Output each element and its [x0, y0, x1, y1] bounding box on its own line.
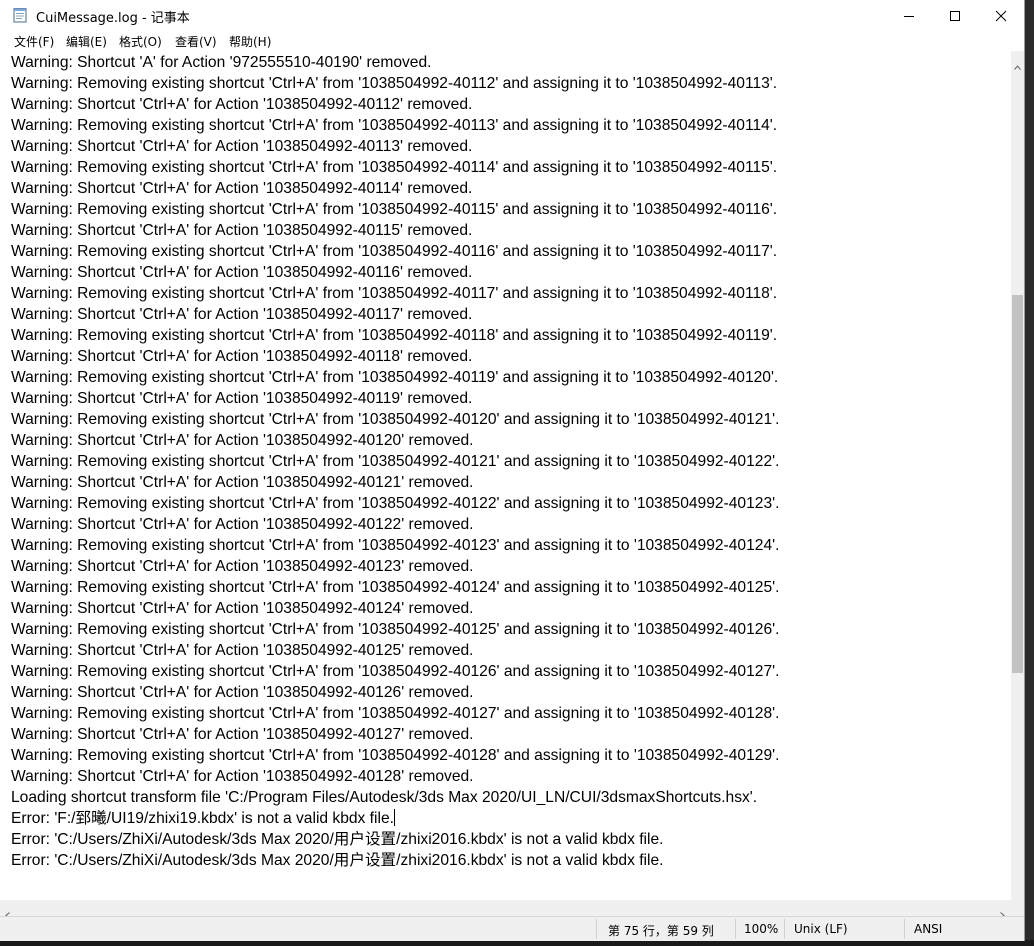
- status-separator: [735, 919, 736, 939]
- text-line: Warning: Removing existing shortcut 'Ctr…: [11, 117, 778, 134]
- text-line: Warning: Shortcut 'Ctrl+A' for Action '1…: [11, 726, 474, 743]
- maximize-button[interactable]: [932, 0, 978, 31]
- text-line: Warning: Removing existing shortcut 'Ctr…: [11, 159, 778, 176]
- menu-edit[interactable]: 编辑(E): [66, 33, 107, 50]
- text-line: Warning: Shortcut 'Ctrl+A' for Action '1…: [11, 558, 474, 575]
- text-line: Warning: Shortcut 'Ctrl+A' for Action '1…: [11, 180, 473, 197]
- zoom-level: 100%: [744, 922, 779, 936]
- text-line: Warning: Shortcut 'Ctrl+A' for Action '1…: [11, 96, 473, 113]
- window-title: CuiMessage.log - 记事本: [36, 11, 190, 26]
- text-line: Warning: Removing existing shortcut 'Ctr…: [11, 495, 780, 512]
- text-line: Warning: Removing existing shortcut 'Ctr…: [11, 201, 778, 218]
- text-line: Warning: Shortcut 'Ctrl+A' for Action '1…: [11, 684, 474, 701]
- text-line: Warning: Shortcut 'Ctrl+A' for Action '1…: [11, 600, 474, 617]
- text-line: Error: 'C:/Users/ZhiXi/Autodesk/3ds Max …: [11, 852, 664, 869]
- text-line: Warning: Shortcut 'A' for Action '972555…: [11, 54, 432, 71]
- text-line: Warning: Shortcut 'Ctrl+A' for Action '1…: [11, 390, 473, 407]
- minimize-icon: [903, 10, 915, 22]
- encoding: ANSI: [914, 922, 943, 936]
- cursor-position: 第 75 行，第 59 列: [608, 924, 714, 938]
- text-line: Warning: Removing existing shortcut 'Ctr…: [11, 285, 778, 302]
- status-separator: [596, 919, 597, 939]
- text-line: Warning: Removing existing shortcut 'Ctr…: [11, 663, 780, 680]
- text-line: Warning: Shortcut 'Ctrl+A' for Action '1…: [11, 138, 473, 155]
- scroll-corner: [1011, 900, 1024, 916]
- text-line: Warning: Shortcut 'Ctrl+A' for Action '1…: [11, 474, 474, 491]
- notepad-window: CuiMessage.log - 记事本 文件(F) 编辑(E) 格式(O) 查…: [0, 0, 1024, 941]
- text-line: Warning: Removing existing shortcut 'Ctr…: [11, 243, 778, 260]
- menu-file[interactable]: 文件(F): [14, 33, 54, 50]
- text-line: Warning: Removing existing shortcut 'Ctr…: [11, 453, 780, 470]
- text-line: Warning: Shortcut 'Ctrl+A' for Action '1…: [11, 222, 473, 239]
- vertical-scrollbar[interactable]: [1011, 51, 1024, 905]
- vertical-scroll-thumb[interactable]: [1012, 295, 1023, 673]
- text-content[interactable]: Warning: Shortcut 'A' for Action '972555…: [11, 52, 779, 871]
- close-icon: [995, 10, 1007, 22]
- text-line: Error: 'F:/郅曦/UI19/zhixi19.kbdx' is not …: [11, 809, 395, 827]
- text-line: Warning: Removing existing shortcut 'Ctr…: [11, 411, 780, 428]
- text-line: Error: 'C:/Users/ZhiXi/Autodesk/3ds Max …: [11, 831, 664, 848]
- text-line: Warning: Removing existing shortcut 'Ctr…: [11, 537, 780, 554]
- status-separator: [904, 919, 905, 939]
- line-ending: Unix (LF): [794, 922, 848, 936]
- text-line: Loading shortcut transform file 'C:/Prog…: [11, 789, 758, 806]
- text-editor[interactable]: Warning: Shortcut 'A' for Action '972555…: [0, 51, 1011, 900]
- scroll-up-icon[interactable]: [1014, 55, 1021, 74]
- background-app-strip: [1024, 0, 1034, 946]
- menu-view[interactable]: 查看(V): [175, 33, 217, 50]
- text-line: Warning: Shortcut 'Ctrl+A' for Action '1…: [11, 306, 473, 323]
- text-line: Warning: Removing existing shortcut 'Ctr…: [11, 75, 778, 92]
- text-line: Warning: Shortcut 'Ctrl+A' for Action '1…: [11, 642, 474, 659]
- menu-bar: 文件(F) 编辑(E) 格式(O) 查看(V) 帮助(H): [0, 31, 1024, 51]
- menu-format[interactable]: 格式(O): [119, 33, 162, 50]
- text-caret: [393, 809, 395, 826]
- text-line: Warning: Removing existing shortcut 'Ctr…: [11, 327, 778, 344]
- text-line: Warning: Removing existing shortcut 'Ctr…: [11, 621, 780, 638]
- menu-help[interactable]: 帮助(H): [229, 33, 271, 50]
- notepad-icon: [12, 7, 28, 23]
- text-line: Warning: Removing existing shortcut 'Ctr…: [11, 747, 780, 764]
- text-line: Warning: Shortcut 'Ctrl+A' for Action '1…: [11, 264, 473, 281]
- maximize-icon: [949, 10, 961, 22]
- close-button[interactable]: [978, 0, 1024, 31]
- text-line: Warning: Shortcut 'Ctrl+A' for Action '1…: [11, 432, 474, 449]
- status-separator: [784, 919, 785, 939]
- text-line: Warning: Removing existing shortcut 'Ctr…: [11, 369, 779, 386]
- text-line: Warning: Shortcut 'Ctrl+A' for Action '1…: [11, 348, 473, 365]
- text-line: Warning: Shortcut 'Ctrl+A' for Action '1…: [11, 516, 474, 533]
- text-line: Warning: Shortcut 'Ctrl+A' for Action '1…: [11, 768, 474, 785]
- text-line: Warning: Removing existing shortcut 'Ctr…: [11, 579, 780, 596]
- horizontal-scrollbar[interactable]: [0, 900, 1011, 919]
- status-bar: 第 75 行，第 59 列 100% Unix (LF) ANSI: [0, 916, 1024, 941]
- minimize-button[interactable]: [886, 0, 932, 31]
- text-line: Warning: Removing existing shortcut 'Ctr…: [11, 705, 780, 722]
- title-bar[interactable]: CuiMessage.log - 记事本: [0, 0, 1024, 31]
